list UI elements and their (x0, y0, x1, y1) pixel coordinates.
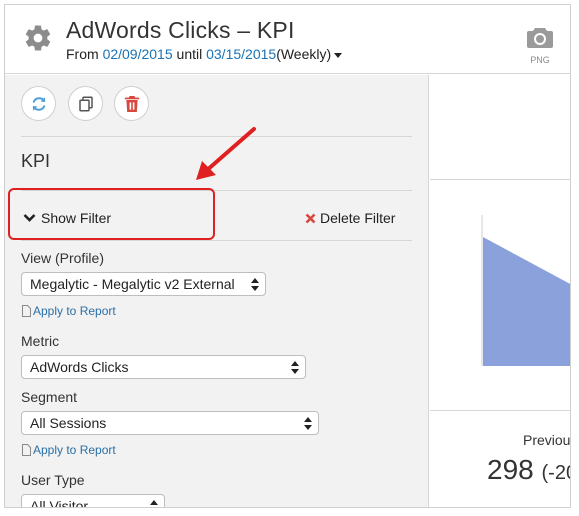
delete-filter-label: Delete Filter (320, 210, 396, 226)
annotation-arrow-icon (196, 127, 256, 180)
header: AdWords Clicks – KPI From 02/09/2015 unt… (5, 5, 570, 74)
metric-label: Metric (21, 333, 60, 349)
user-type-label: User Type (21, 472, 85, 488)
view-profile-select[interactable]: Megalytic - Megalytic v2 External (21, 272, 266, 296)
area-series (483, 237, 570, 366)
apply-to-report-label: Apply to Report (33, 304, 116, 318)
select-arrows-icon (150, 500, 158, 505)
apply-to-report-link[interactable]: Apply to Report (22, 304, 116, 318)
interval-dropdown[interactable]: (Weekly) (276, 46, 343, 62)
page-title: AdWords Clicks – KPI (66, 17, 295, 43)
camera-icon (527, 28, 553, 48)
trash-icon (124, 95, 139, 112)
png-label: PNG (530, 55, 550, 65)
preview-kpi-area: Previou 298 (-20 (430, 412, 571, 507)
annotation-highlight-box (8, 188, 215, 240)
user-type-value: All Visitor (30, 498, 89, 508)
end-date-link[interactable]: 03/15/2015 (206, 46, 276, 62)
caret-down-icon (334, 52, 343, 58)
previous-value: 298 (-20 (487, 454, 571, 486)
widget-editor-window: AdWords Clicks – KPI From 02/09/2015 unt… (4, 4, 571, 508)
duplicate-button[interactable] (68, 86, 103, 121)
preview-header-area (430, 75, 570, 180)
select-arrows-icon (304, 417, 312, 430)
view-profile-label: View (Profile) (21, 250, 104, 266)
segment-select[interactable]: All Sessions (21, 411, 319, 435)
refresh-button[interactable] (21, 86, 56, 121)
document-icon (22, 305, 31, 317)
metric-value: AdWords Clicks (30, 359, 129, 375)
user-type-select[interactable]: All Visitor (21, 494, 165, 508)
delete-widget-button[interactable] (114, 86, 149, 121)
select-arrows-icon (291, 361, 299, 374)
select-arrows-icon (251, 278, 259, 291)
gear-icon[interactable] (23, 23, 53, 53)
widget-type-title: KPI (21, 151, 51, 171)
divider (21, 240, 412, 241)
previous-number: 298 (487, 454, 534, 485)
close-icon (305, 213, 316, 223)
view-profile-value: Megalytic - Megalytic v2 External (30, 276, 235, 292)
until-text: until (176, 46, 203, 62)
refresh-icon (32, 96, 45, 111)
apply-to-report-link[interactable]: Apply to Report (22, 443, 116, 457)
previous-delta: (-20 (541, 462, 571, 484)
from-text: From (66, 46, 99, 62)
apply-to-report-label: Apply to Report (33, 443, 116, 457)
segment-label: Segment (21, 389, 78, 405)
preview-chart-area (430, 181, 570, 411)
start-date-link[interactable]: 02/09/2015 (103, 46, 173, 62)
delete-filter-button[interactable]: Delete Filter (305, 210, 395, 226)
interval-label: (Weekly) (276, 46, 332, 62)
segment-value: All Sessions (30, 415, 107, 431)
copy-icon (78, 96, 93, 111)
document-icon (22, 444, 31, 456)
export-png-button[interactable]: PNG (524, 27, 556, 67)
metric-select[interactable]: AdWords Clicks (21, 355, 306, 379)
date-range: From 02/09/2015 until 03/15/2015(Weekly) (66, 46, 343, 62)
previous-label: Previou (523, 432, 571, 448)
preview-chart (481, 215, 570, 366)
